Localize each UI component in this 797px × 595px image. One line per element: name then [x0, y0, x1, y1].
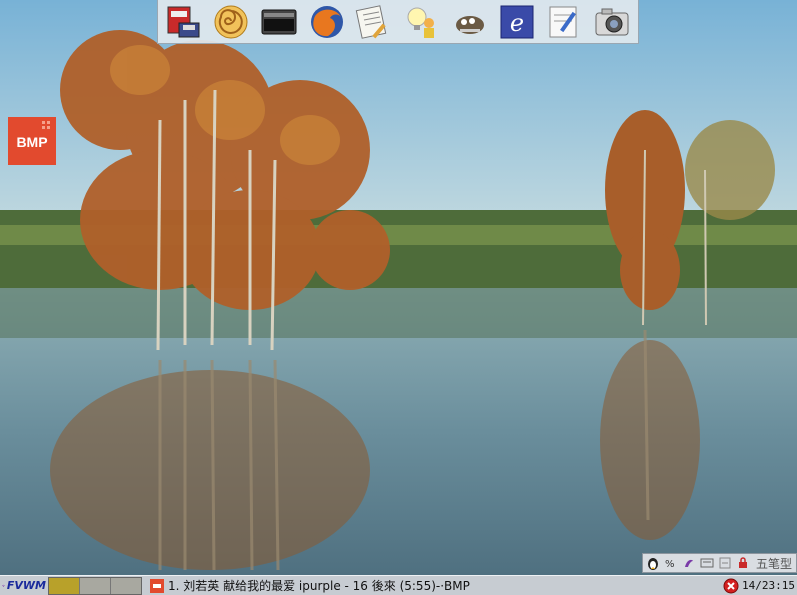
ime-mode-label[interactable]: 五笔型 [756, 555, 794, 572]
writer-launcher[interactable] [543, 1, 587, 43]
firefox-launcher[interactable] [305, 1, 349, 43]
wallpaper-scene [0, 0, 797, 575]
nautilus-shell-icon [214, 5, 248, 38]
pager-desk-1[interactable] [49, 577, 80, 594]
launcher-panel: e [157, 0, 639, 44]
clock[interactable]: 14/23:15 [742, 579, 795, 592]
nautilus-launcher[interactable] [209, 1, 253, 43]
firefox-icon [310, 5, 343, 38]
system-settings-launcher[interactable] [162, 1, 206, 43]
fvwm-label: FVWM [6, 579, 46, 592]
bmp-image-icon: BMP [8, 117, 56, 165]
ime-toolbar: % 五笔型 [642, 553, 797, 573]
svg-text:%: % [665, 559, 675, 570]
association-toggle-icon[interactable] [717, 555, 733, 571]
help-lightbulb-icon [407, 7, 434, 38]
pager-desk-2[interactable] [80, 577, 111, 594]
punctuation-toggle-icon[interactable]: % [663, 555, 679, 571]
ie-browser-launcher[interactable]: e [495, 1, 539, 43]
fvwm-menu-button[interactable]: FVWM [0, 577, 46, 595]
close-circle-icon[interactable] [723, 578, 739, 594]
bmp-icon-label: BMP [16, 134, 47, 150]
lock-icon[interactable] [735, 555, 751, 571]
taskbar-item-bmp[interactable]: 1. 刘若英 献给我的最爱 ipurple - 16 後來 (5:55)-·BM… [150, 577, 723, 595]
writer-pen-icon [549, 6, 577, 37]
pager-desk-3[interactable] [111, 577, 141, 594]
soft-keyboard-icon[interactable] [699, 555, 715, 571]
help-launcher[interactable] [400, 1, 444, 43]
svg-text:e: e [510, 9, 524, 37]
penguin-icon[interactable] [645, 555, 661, 571]
camera-icon [595, 8, 629, 35]
system-settings-icon [167, 6, 200, 37]
desktop-pager [48, 576, 142, 595]
gimp-launcher[interactable] [447, 1, 491, 43]
system-tray: 14/23:15 [723, 578, 797, 594]
taskbar: FVWM 1. 刘若英 献给我的最爱 ipurple - 16 後來 (5:55… [0, 575, 797, 595]
terminal-icon [261, 9, 297, 34]
text-editor-icon [355, 4, 387, 39]
terminal-launcher[interactable] [257, 1, 301, 43]
ie-browser-icon: e [500, 5, 534, 38]
bmp-task-icon [150, 578, 164, 593]
task-title: 1. 刘若英 献给我的最爱 ipurple - 16 後來 (5:55)-·BM… [168, 579, 470, 593]
half-full-width-icon[interactable] [681, 555, 697, 571]
text-editor-launcher[interactable] [352, 1, 396, 43]
bmp-desktop-icon[interactable]: BMP [8, 117, 56, 165]
desktop[interactable]: e BMP % 五笔型 [0, 0, 797, 575]
camera-launcher[interactable] [590, 1, 634, 43]
gimp-icon [456, 15, 485, 34]
fvwm-logo-icon [2, 584, 5, 587]
